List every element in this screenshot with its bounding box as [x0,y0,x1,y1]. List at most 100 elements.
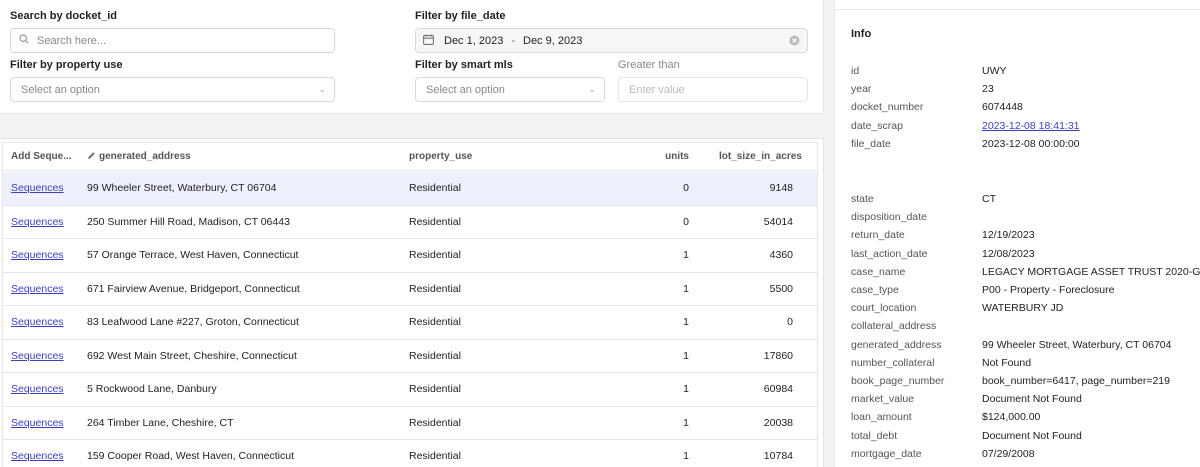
info-key: case_type [851,284,899,296]
info-field-case-type: case_type P00 - Property - Foreclosure [851,284,1200,300]
info-value: $124,000.00 [982,411,1041,424]
docket-search-label: Search by docket_id [10,10,117,22]
property-use-placeholder: Select an option [21,83,100,96]
info-key: state [851,193,874,205]
cell-property-use: Residential [409,450,461,463]
info-field-number-collateral: number_collateral Not Found [851,357,1200,373]
info-value: Document Not Found [982,429,1082,442]
info-value: 6074448 [982,101,1023,114]
sequences-link[interactable]: Sequences [11,283,64,295]
property-use-select[interactable]: Select an option ⌄ [10,77,335,102]
info-value: WATERBURY JD [982,302,1064,315]
info-key: docket_number [851,101,924,114]
info-title: Info [851,28,872,40]
sequences-link[interactable]: Sequences [11,316,64,328]
info-value: 23 [982,83,994,96]
info-value: 07/29/2008 [982,447,1035,460]
info-field-loan-amount: loan_amount $124,000.00 [851,411,1200,427]
info-key: last_action_date [851,247,928,260]
table-row[interactable]: Sequences 99 Wheeler Street, Waterbury, C… [3,172,817,206]
info-field-market-value: market_value Document Not Found [851,393,1200,409]
header-property-use[interactable]: property_use [409,143,609,170]
cell-units: 1 [683,416,689,429]
cell-units: 1 [683,450,689,463]
sequences-link[interactable]: Sequences [11,249,64,261]
cell-lot-size: 0 [787,316,793,329]
sequences-link[interactable]: Sequences [11,450,64,462]
info-key: disposition_date [851,211,927,224]
cell-units: 1 [683,349,689,362]
cell-address: 264 Timber Lane, Cheshire, CT [87,416,234,429]
greater-than-label: Greater than [618,59,680,71]
table-row[interactable]: Sequences 159 Cooper Road, West Haven, Co… [3,440,817,467]
cell-address: 159 Cooper Road, West Haven, Connecticut [87,450,295,463]
results-table-panel: Add Seque... generated_address property_… [0,138,824,467]
sequences-link[interactable]: Sequences [11,350,64,362]
cell-address: 83 Leafwood Lane #227, Groton, Connectic… [87,316,299,329]
greater-than-input[interactable]: Enter value [618,77,808,102]
info-value: CT [982,193,996,205]
cell-property-use: Residential [409,383,461,396]
table-row[interactable]: Sequences 692 West Main Street, Cheshire,… [3,340,817,373]
info-field-last-action-date: last_action_date 12/08/2023 [851,248,1200,264]
info-key: case_name [851,265,906,278]
table-row[interactable]: Sequences 57 Orange Terrace, West Haven, … [3,239,817,273]
info-field-return-date: return_date 12/19/2023 [851,229,1200,245]
table-row[interactable]: Sequences 671 Fairview Avenue, Bridgeport… [3,273,817,306]
info-key: generated_address [851,338,942,351]
table-row[interactable]: Sequences 83 Leafwood Lane #227, Groton, … [3,306,817,340]
info-field-year: year 23 [851,83,1200,99]
date-end[interactable]: Dec 9, 2023 [523,35,582,47]
header-add-sequences[interactable]: Add Seque... [11,143,83,170]
info-key: id [851,65,860,77]
sequences-link[interactable]: Sequences [11,383,64,395]
chevron-down-icon: ⌄ [588,84,596,94]
info-field-state: state CT [851,193,1200,209]
table-row[interactable]: Sequences 264 Timber Lane, Cheshire, CT Re… [3,407,817,440]
cell-lot-size: 4360 [769,249,793,262]
info-panel: Info id UWY year 23 docket_number 6074448 date… [834,0,1200,467]
file-date-range-picker[interactable]: Dec 1, 2023 - Dec 9, 2023 [415,28,808,53]
info-value: 12/19/2023 [982,229,1035,242]
date-separator: - [511,34,515,47]
cell-lot-size: 20038 [763,416,793,429]
cell-units: 1 [683,383,689,396]
sequences-link[interactable]: Sequences [11,216,64,228]
file-date-label: Filter by file_date [415,10,506,22]
docket-search-placeholder: Search here... [37,34,107,47]
header-generated-address[interactable]: generated_address [87,143,387,170]
date-start[interactable]: Dec 1, 2023 [444,35,503,47]
table-row[interactable]: Sequences 250 Summer Hill Road, Madison, … [3,206,817,239]
info-value[interactable]: 2023-12-08 18:41:31 [982,120,1080,132]
smart-mls-placeholder: Select an option [426,83,505,96]
info-field-generated-address: generated_address 99 Wheeler Street, Wate… [851,339,1200,355]
info-field-disposition-date: disposition_date [851,211,1200,227]
cell-units: 1 [683,282,689,295]
info-value: book_number=6417, page_number=219 [982,375,1170,387]
docket-search-input[interactable]: Search here... [10,28,335,53]
header-units[interactable]: units [603,143,689,170]
info-field-id: id UWY [851,65,1200,81]
cell-address: 99 Wheeler Street, Waterbury, CT 06704 [87,182,277,195]
search-icon [19,34,29,47]
info-field-mortgage-date: mortgage_date 07/29/2008 [851,448,1200,464]
info-key: market_value [851,393,915,406]
info-key: collateral_address [851,320,937,333]
cell-address: 57 Orange Terrace, West Haven, Connectic… [87,249,299,262]
sequences-link[interactable]: Sequences [11,417,64,429]
header-generated-address-label: generated_address [99,151,191,162]
pencil-icon [87,151,96,163]
cell-address: 692 West Main Street, Cheshire, Connecti… [87,349,297,362]
header-lot-size[interactable]: lot_size_in_acres [719,143,809,170]
cell-units: 0 [683,182,689,195]
table-row[interactable]: Sequences 5 Rockwood Lane, Danbury Residen… [3,373,817,407]
info-value: 2023-12-08 00:00:00 [982,137,1080,150]
smart-mls-label: Filter by smart mls [415,59,513,71]
sequences-link[interactable]: Sequences [11,182,64,194]
cell-property-use: Residential [409,316,461,329]
info-key: file_date [851,137,891,150]
smart-mls-select[interactable]: Select an option ⌄ [415,77,605,102]
cell-lot-size: 60984 [763,383,793,396]
panel-gap [0,114,824,138]
clear-icon[interactable] [789,35,800,49]
